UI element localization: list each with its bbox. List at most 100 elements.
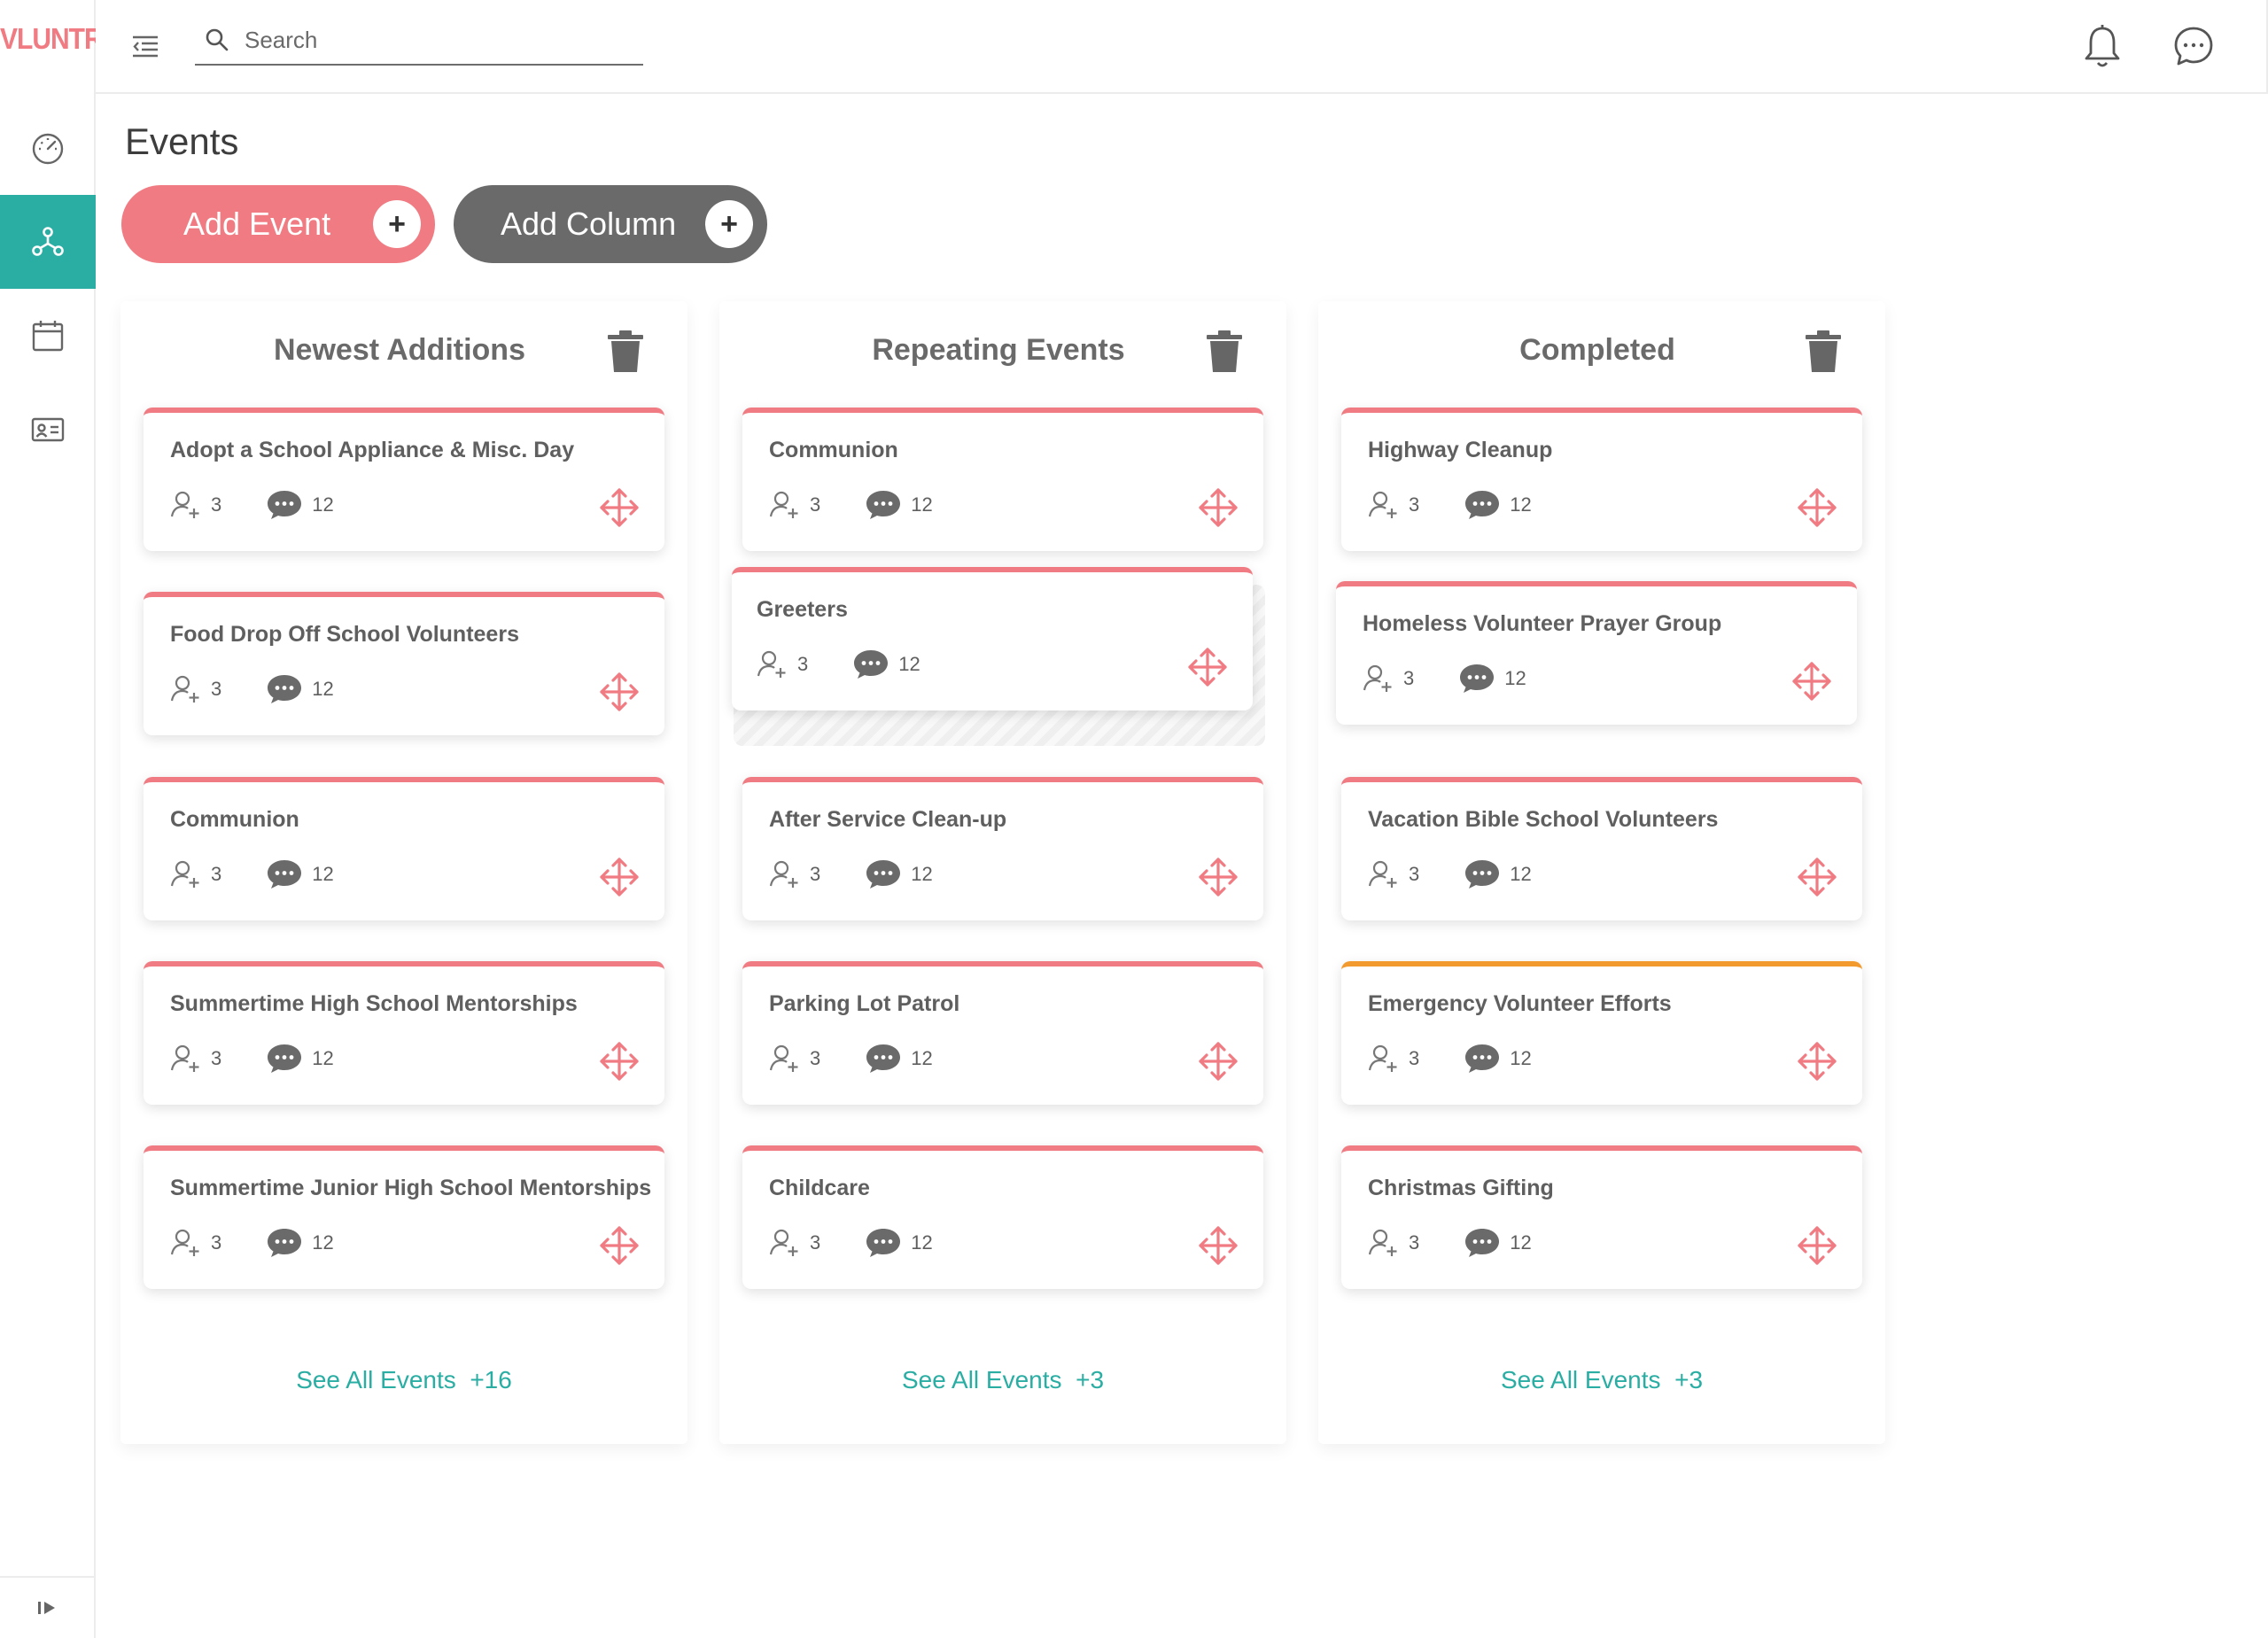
- event-title: Greeters: [757, 597, 848, 622]
- comment-count: 12: [1510, 493, 1532, 516]
- bell-icon[interactable]: [2080, 23, 2124, 71]
- comment-count: 12: [911, 1047, 933, 1069]
- comment-bubble-icon: [268, 860, 302, 889]
- trash-icon[interactable]: [1802, 328, 1845, 374]
- comment-bubble-icon: [866, 491, 901, 519]
- add-volunteer-icon: [769, 1229, 798, 1256]
- move-handle-icon[interactable]: [599, 1225, 640, 1266]
- chat-bubble-icon[interactable]: [2172, 25, 2215, 67]
- comment-count: 12: [1504, 667, 1526, 689]
- board-column: Newest Additions Adopt a School Applianc…: [120, 301, 687, 1444]
- event-card[interactable]: Vacation Bible School Volunteers 3 12: [1341, 777, 1862, 920]
- see-all-events-link[interactable]: See All Events +16: [120, 1366, 687, 1394]
- see-all-events-link[interactable]: See All Events +3: [719, 1366, 1286, 1394]
- add-column-button[interactable]: Add Column +: [454, 185, 767, 263]
- move-handle-icon[interactable]: [1198, 1225, 1239, 1266]
- add-volunteer-icon: [170, 860, 199, 888]
- comment-count: 12: [1510, 1047, 1532, 1069]
- see-all-count: +16: [470, 1366, 512, 1393]
- column-title[interactable]: Repeating Events: [719, 333, 1286, 368]
- comment-bubble-icon: [866, 1044, 901, 1073]
- move-handle-icon[interactable]: [599, 857, 640, 897]
- top-bar: [96, 0, 2268, 94]
- move-handle-icon[interactable]: [599, 672, 640, 712]
- move-handle-icon[interactable]: [599, 1041, 640, 1082]
- volunteer-count: 3: [810, 863, 821, 885]
- move-handle-icon[interactable]: [1791, 661, 1832, 702]
- event-card[interactable]: Homeless Volunteer Prayer Group 3 12: [1336, 581, 1857, 725]
- sidebar-item-network[interactable]: [0, 195, 96, 289]
- column-title[interactable]: Newest Additions: [120, 333, 687, 368]
- move-handle-icon[interactable]: [1187, 647, 1228, 687]
- board-column: Repeating Events Communion 3 12 Greeters…: [719, 301, 1286, 1444]
- comment-bubble-icon: [1465, 1044, 1500, 1073]
- event-title: Emergency Volunteer Efforts: [1368, 991, 1672, 1016]
- move-handle-icon[interactable]: [1797, 857, 1837, 897]
- comment-count: 12: [312, 678, 334, 700]
- event-card[interactable]: Highway Cleanup 3 12: [1341, 408, 1862, 551]
- trash-icon[interactable]: [604, 328, 647, 374]
- search-input[interactable]: [245, 26, 634, 54]
- move-handle-icon[interactable]: [1797, 487, 1837, 528]
- sidebar-item-calendar[interactable]: [0, 289, 96, 383]
- volunteer-count: 3: [797, 653, 809, 675]
- move-handle-icon[interactable]: [599, 487, 640, 528]
- event-card[interactable]: Food Drop Off School Volunteers 3 12: [144, 592, 664, 735]
- move-handle-icon[interactable]: [1797, 1041, 1837, 1082]
- add-volunteer-icon: [1368, 860, 1397, 888]
- volunteer-count: 3: [1409, 1047, 1420, 1069]
- volunteer-count: 3: [810, 1231, 821, 1254]
- sidebar-item-contacts[interactable]: [0, 383, 96, 477]
- comment-count: 12: [911, 863, 933, 885]
- event-card[interactable]: Summertime High School Mentorships 3 12: [144, 961, 664, 1105]
- comment-bubble-icon: [268, 491, 302, 519]
- event-title: Adopt a School Appliance & Misc. Day: [170, 438, 575, 462]
- move-handle-icon[interactable]: [1198, 487, 1239, 528]
- sidebar-item-dashboard[interactable]: [0, 101, 96, 195]
- volunteer-count: 3: [1409, 1231, 1420, 1254]
- comment-bubble-icon: [1465, 491, 1500, 519]
- event-title: Highway Cleanup: [1368, 438, 1553, 462]
- event-title: Homeless Volunteer Prayer Group: [1363, 611, 1722, 636]
- event-card[interactable]: Summertime Junior High School Mentorship…: [144, 1145, 664, 1289]
- column-title[interactable]: Completed: [1318, 333, 1885, 368]
- search-bar: [195, 16, 643, 66]
- comment-bubble-icon: [268, 1044, 302, 1073]
- move-handle-icon[interactable]: [1797, 1225, 1837, 1266]
- see-all-label: See All Events: [901, 1366, 1062, 1393]
- volunteer-count: 3: [810, 1047, 821, 1069]
- event-card-urgent[interactable]: Emergency Volunteer Efforts 3 12: [1341, 961, 1862, 1105]
- see-all-events-link[interactable]: See All Events +3: [1318, 1366, 1885, 1394]
- sidebar-collapse-toggle[interactable]: [0, 1576, 96, 1638]
- network-icon: [32, 227, 64, 256]
- event-card-dragging[interactable]: Greeters 3 12: [732, 567, 1253, 710]
- event-title: Christmas Gifting: [1368, 1176, 1554, 1200]
- event-card[interactable]: Childcare 3 12: [742, 1145, 1263, 1289]
- add-volunteer-icon: [1368, 1229, 1397, 1256]
- expand-sidebar-icon: [38, 1602, 55, 1614]
- volunteer-count: 3: [1403, 667, 1415, 689]
- event-card[interactable]: Communion 3 12: [742, 408, 1263, 551]
- comment-bubble-icon: [866, 1229, 901, 1257]
- comment-bubble-icon: [866, 860, 901, 889]
- move-handle-icon[interactable]: [1198, 857, 1239, 897]
- event-card[interactable]: Parking Lot Patrol 3 12: [742, 961, 1263, 1105]
- volunteer-count: 3: [810, 493, 821, 516]
- comment-count: 12: [898, 653, 920, 675]
- add-event-button[interactable]: Add Event +: [121, 185, 435, 263]
- event-card[interactable]: Communion 3 12: [144, 777, 664, 920]
- comment-count: 12: [911, 1231, 933, 1254]
- menu-collapse-icon[interactable]: [129, 30, 161, 62]
- app-logo[interactable]: VLUNTR: [0, 23, 104, 56]
- event-title: Vacation Bible School Volunteers: [1368, 807, 1719, 832]
- event-title: Communion: [769, 438, 898, 462]
- add-volunteer-icon: [1368, 1044, 1397, 1072]
- event-card[interactable]: Christmas Gifting 3 12: [1341, 1145, 1862, 1289]
- comment-bubble-icon: [1465, 860, 1500, 889]
- trash-icon[interactable]: [1203, 328, 1246, 374]
- event-card[interactable]: Adopt a School Appliance & Misc. Day 3 1…: [144, 408, 664, 551]
- event-card[interactable]: After Service Clean-up 3 12: [742, 777, 1263, 920]
- page-title: Events: [125, 120, 239, 162]
- volunteer-count: 3: [1409, 493, 1420, 516]
- move-handle-icon[interactable]: [1198, 1041, 1239, 1082]
